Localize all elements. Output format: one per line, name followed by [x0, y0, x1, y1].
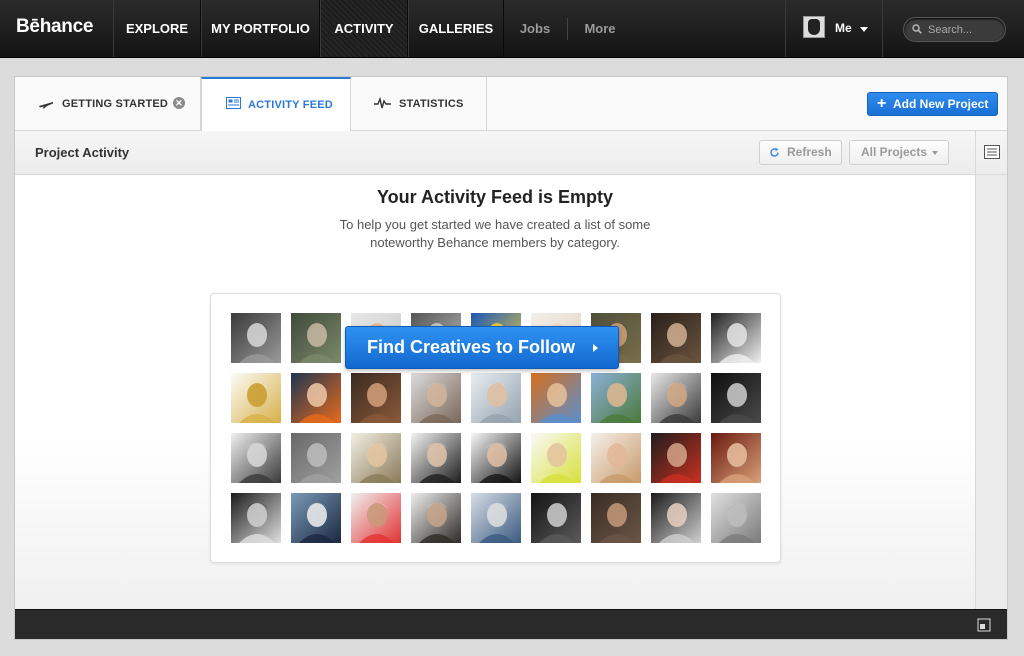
- creative-avatar[interactable]: [231, 433, 281, 483]
- creative-avatar[interactable]: [411, 433, 461, 483]
- list-view-toggle[interactable]: [975, 131, 1007, 174]
- creative-avatar[interactable]: [531, 493, 581, 543]
- creative-avatar[interactable]: [471, 433, 521, 483]
- newspaper-icon: [226, 97, 241, 109]
- list-view-icon: [984, 145, 1000, 159]
- chevron-down-icon: [932, 151, 938, 155]
- collapse-icon[interactable]: [977, 618, 991, 632]
- refresh-icon: [770, 147, 779, 157]
- find-creatives-button[interactable]: Find Creatives to Follow: [345, 326, 619, 369]
- user-avatar: [803, 16, 825, 38]
- creative-avatar[interactable]: [711, 373, 761, 423]
- tab-getting-started[interactable]: GETTING STARTED ✕: [15, 77, 201, 131]
- empty-state-text: To help you get started we have created …: [315, 216, 675, 252]
- activity-content: Your Activity Feed is Empty To help you …: [15, 175, 975, 609]
- nav-galleries[interactable]: GALLERIES: [408, 0, 504, 57]
- empty-state-line: noteworthy Behance members by category.: [370, 235, 620, 250]
- section-title: Project Activity: [35, 145, 130, 160]
- creative-avatar[interactable]: [291, 493, 341, 543]
- creative-avatar[interactable]: [351, 493, 401, 543]
- creative-avatar[interactable]: [651, 313, 701, 363]
- tab-bar: GETTING STARTED ✕ ACTIVITY FEED STATISTI…: [15, 77, 1007, 132]
- nav-jobs[interactable]: Jobs: [508, 0, 562, 57]
- chevron-down-icon: [860, 27, 868, 32]
- creative-avatar[interactable]: [711, 433, 761, 483]
- tab-label: GETTING STARTED: [62, 98, 169, 110]
- search-icon: [912, 24, 922, 34]
- pulse-chart-icon: [374, 97, 391, 109]
- creative-avatar[interactable]: [291, 433, 341, 483]
- creative-avatar[interactable]: [471, 493, 521, 543]
- find-creatives-label: Find Creatives to Follow: [367, 337, 576, 357]
- tab-activity-feed[interactable]: ACTIVITY FEED: [201, 77, 351, 132]
- creative-avatar[interactable]: [651, 433, 701, 483]
- top-nav: Bēhance EXPLORE MY PORTFOLIO ACTIVITY GA…: [0, 0, 1024, 58]
- creative-avatar[interactable]: [291, 373, 341, 423]
- plus-icon: +: [877, 95, 887, 112]
- empty-state-heading: Your Activity Feed is Empty: [376, 187, 614, 207]
- creative-avatar[interactable]: [411, 493, 461, 543]
- creative-avatar[interactable]: [711, 313, 761, 363]
- right-rail: [975, 175, 1007, 609]
- add-new-project-button[interactable]: + Add New Project: [867, 92, 998, 116]
- toolbar: Project Activity Refresh All Projects: [15, 131, 1007, 175]
- user-menu[interactable]: Me: [785, 0, 883, 57]
- refresh-label: Refresh: [787, 145, 832, 159]
- all-projects-label: All Projects: [861, 145, 928, 159]
- airplane-icon: [39, 102, 53, 109]
- footer-bar: [15, 609, 1007, 639]
- nav-more[interactable]: More: [572, 0, 628, 57]
- creative-avatar[interactable]: [651, 493, 701, 543]
- user-menu-label: Me: [835, 21, 852, 35]
- empty-state-line: To help you get started we have created …: [339, 217, 651, 232]
- nav-separator: [567, 18, 568, 40]
- nav-explore[interactable]: EXPLORE: [113, 0, 201, 57]
- nav-activity[interactable]: ACTIVITY: [320, 0, 408, 57]
- creative-avatar[interactable]: [231, 313, 281, 363]
- creative-avatar[interactable]: [231, 493, 281, 543]
- refresh-button[interactable]: Refresh: [759, 140, 842, 165]
- close-icon[interactable]: ✕: [173, 97, 185, 109]
- creative-avatar[interactable]: [531, 433, 581, 483]
- tab-label: STATISTICS: [399, 98, 464, 110]
- creative-avatar[interactable]: [231, 373, 281, 423]
- creative-avatar[interactable]: [411, 373, 461, 423]
- creative-avatar[interactable]: [711, 493, 761, 543]
- all-projects-dropdown[interactable]: All Projects: [849, 140, 949, 165]
- tab-label: ACTIVITY FEED: [248, 99, 333, 111]
- creative-avatar[interactable]: [351, 373, 401, 423]
- creative-avatar[interactable]: [591, 373, 641, 423]
- creative-avatar[interactable]: [471, 373, 521, 423]
- nav-my-portfolio[interactable]: MY PORTFOLIO: [201, 0, 320, 57]
- creative-avatar[interactable]: [291, 313, 341, 363]
- chevron-right-icon: [593, 344, 598, 352]
- creative-avatar[interactable]: [591, 433, 641, 483]
- creative-avatar[interactable]: [651, 373, 701, 423]
- tab-statistics[interactable]: STATISTICS: [351, 77, 487, 131]
- creative-avatar[interactable]: [591, 493, 641, 543]
- creative-avatar[interactable]: [531, 373, 581, 423]
- add-new-project-label: Add New Project: [893, 97, 989, 111]
- behance-logo[interactable]: Bēhance: [16, 16, 93, 38]
- creative-avatar[interactable]: [351, 433, 401, 483]
- search-input[interactable]: [928, 22, 1002, 38]
- search-box[interactable]: [903, 17, 1006, 42]
